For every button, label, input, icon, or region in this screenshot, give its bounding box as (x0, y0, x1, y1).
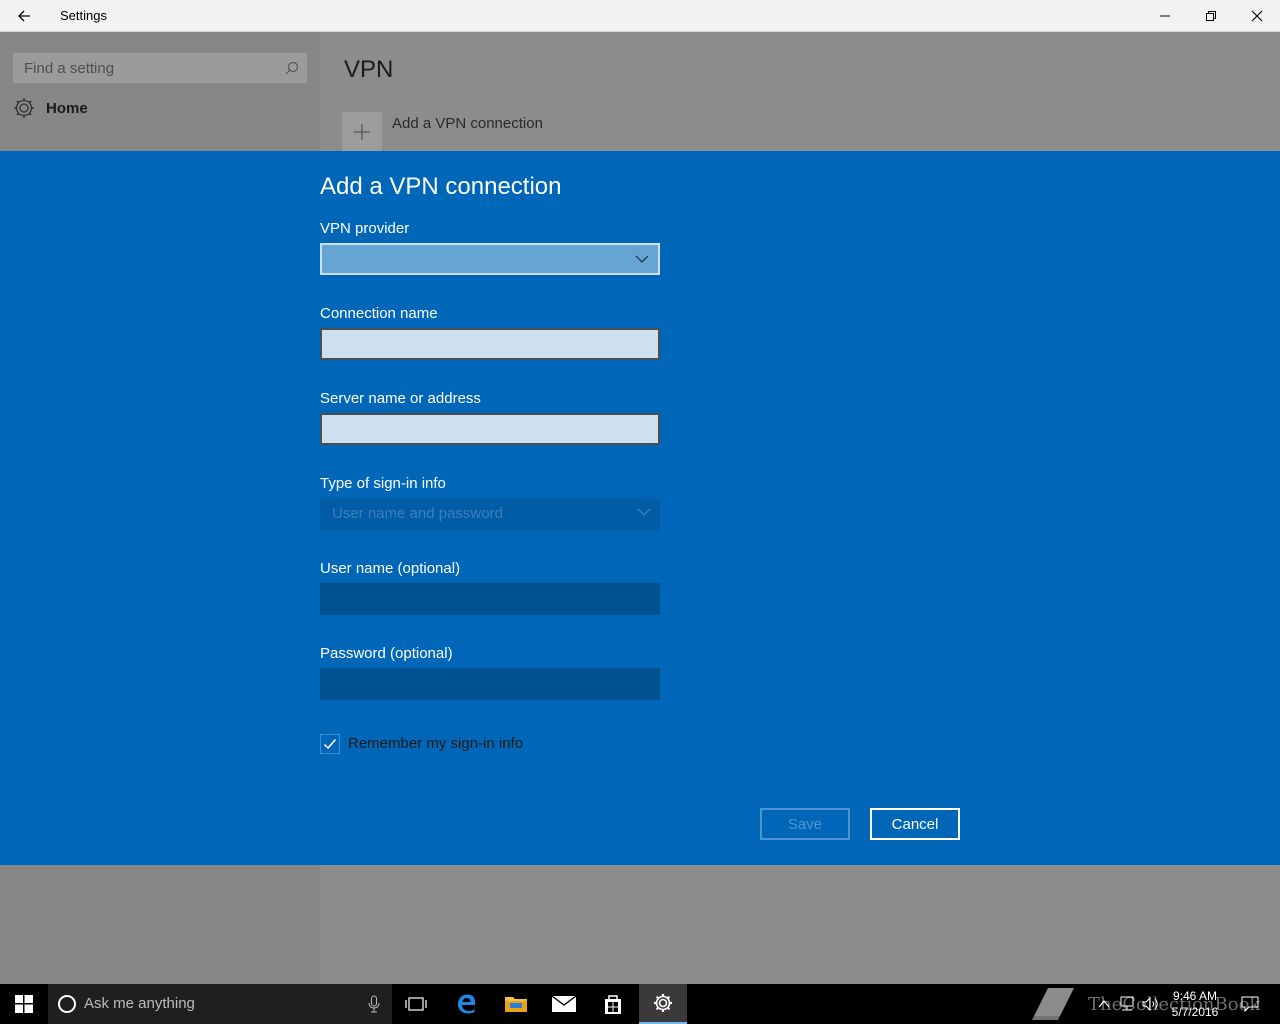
microphone-icon[interactable] (368, 995, 380, 1013)
mail-button[interactable] (540, 984, 588, 1024)
action-center-button[interactable] (1240, 994, 1260, 1014)
cortana-search-box[interactable]: Ask me anything (48, 984, 392, 1024)
add-vpn-connection-item[interactable]: Add a VPN connection (342, 112, 543, 152)
book-icon (1032, 988, 1074, 1020)
cortana-icon (58, 995, 76, 1013)
gear-icon (654, 994, 672, 1012)
store-icon (605, 995, 621, 1014)
taskbar: Ask me anything TheCollectionBook 9:46 A… (0, 984, 1280, 1024)
remember-signin-checkbox[interactable] (320, 734, 340, 754)
signin-type-label: Type of sign-in info (320, 475, 446, 492)
close-button[interactable] (1234, 0, 1280, 32)
cortana-placeholder: Ask me anything (84, 995, 195, 1012)
vpn-provider-label: VPN provider (320, 220, 410, 237)
password-label: Password (optional) (320, 645, 453, 662)
tray-clock[interactable]: 9:46 AM 5/7/2016 (1164, 988, 1226, 1020)
chevron-up-icon (1098, 1000, 1110, 1008)
save-button[interactable]: Save (760, 808, 850, 840)
username-label: User name (optional) (320, 560, 461, 577)
network-icon (1120, 996, 1134, 1011)
start-button[interactable] (0, 984, 48, 1024)
store-button[interactable] (589, 984, 637, 1024)
restore-icon (1206, 11, 1216, 21)
connection-name-label: Connection name (320, 305, 438, 322)
server-address-label: Server name or address (320, 390, 481, 407)
minimize-icon (1160, 15, 1170, 17)
search-placeholder: Find a setting (24, 60, 115, 77)
task-view-icon (405, 997, 427, 1011)
password-input[interactable] (320, 668, 660, 700)
connection-name-input[interactable] (320, 328, 660, 360)
page-title: VPN (344, 56, 394, 83)
volume-icon (1142, 996, 1158, 1012)
clock-date: 5/7/2016 (1171, 1005, 1219, 1019)
settings-taskbar-button[interactable] (639, 984, 687, 1024)
signin-type-value: User name and password (332, 505, 503, 522)
sidebar-item-home[interactable]: Home (12, 96, 88, 120)
search-icon (285, 61, 299, 75)
chevron-down-icon (635, 255, 649, 263)
title-bar: Settings (0, 0, 1280, 32)
volume-tray-button[interactable] (1140, 994, 1160, 1014)
signin-type-dropdown[interactable]: User name and password (320, 498, 660, 530)
clock-time: 9:46 AM (1172, 989, 1218, 1003)
server-address-input[interactable] (320, 413, 660, 445)
add-vpn-label: Add a VPN connection (392, 115, 543, 132)
checkmark-icon (323, 739, 337, 750)
chevron-down-icon (637, 508, 651, 516)
close-icon (1251, 10, 1263, 22)
back-button[interactable] (8, 4, 40, 28)
gear-icon (14, 98, 34, 118)
back-arrow-icon (18, 10, 30, 22)
username-input[interactable] (320, 583, 660, 615)
plus-icon (342, 112, 382, 152)
dialog-title: Add a VPN connection (320, 173, 562, 200)
notification-icon (1241, 996, 1259, 1012)
windows-logo-icon (15, 995, 33, 1013)
settings-search-input[interactable]: Find a setting (12, 52, 308, 84)
vpn-provider-dropdown[interactable] (320, 243, 660, 275)
task-view-button[interactable] (392, 984, 440, 1024)
minimize-button[interactable] (1142, 0, 1188, 32)
network-tray-button[interactable] (1117, 994, 1137, 1014)
edge-browser-button[interactable] (443, 984, 491, 1024)
show-hidden-icons-button[interactable] (1094, 994, 1114, 1014)
file-explorer-button[interactable] (492, 984, 540, 1024)
edge-icon (458, 994, 476, 1014)
remember-signin-label: Remember my sign-in info (348, 735, 524, 752)
folder-icon (505, 997, 527, 1012)
home-label: Home (46, 99, 88, 117)
window-title: Settings (60, 8, 107, 23)
mail-icon (551, 995, 577, 1012)
restore-button[interactable] (1188, 0, 1234, 32)
cancel-button[interactable]: Cancel (870, 808, 960, 840)
